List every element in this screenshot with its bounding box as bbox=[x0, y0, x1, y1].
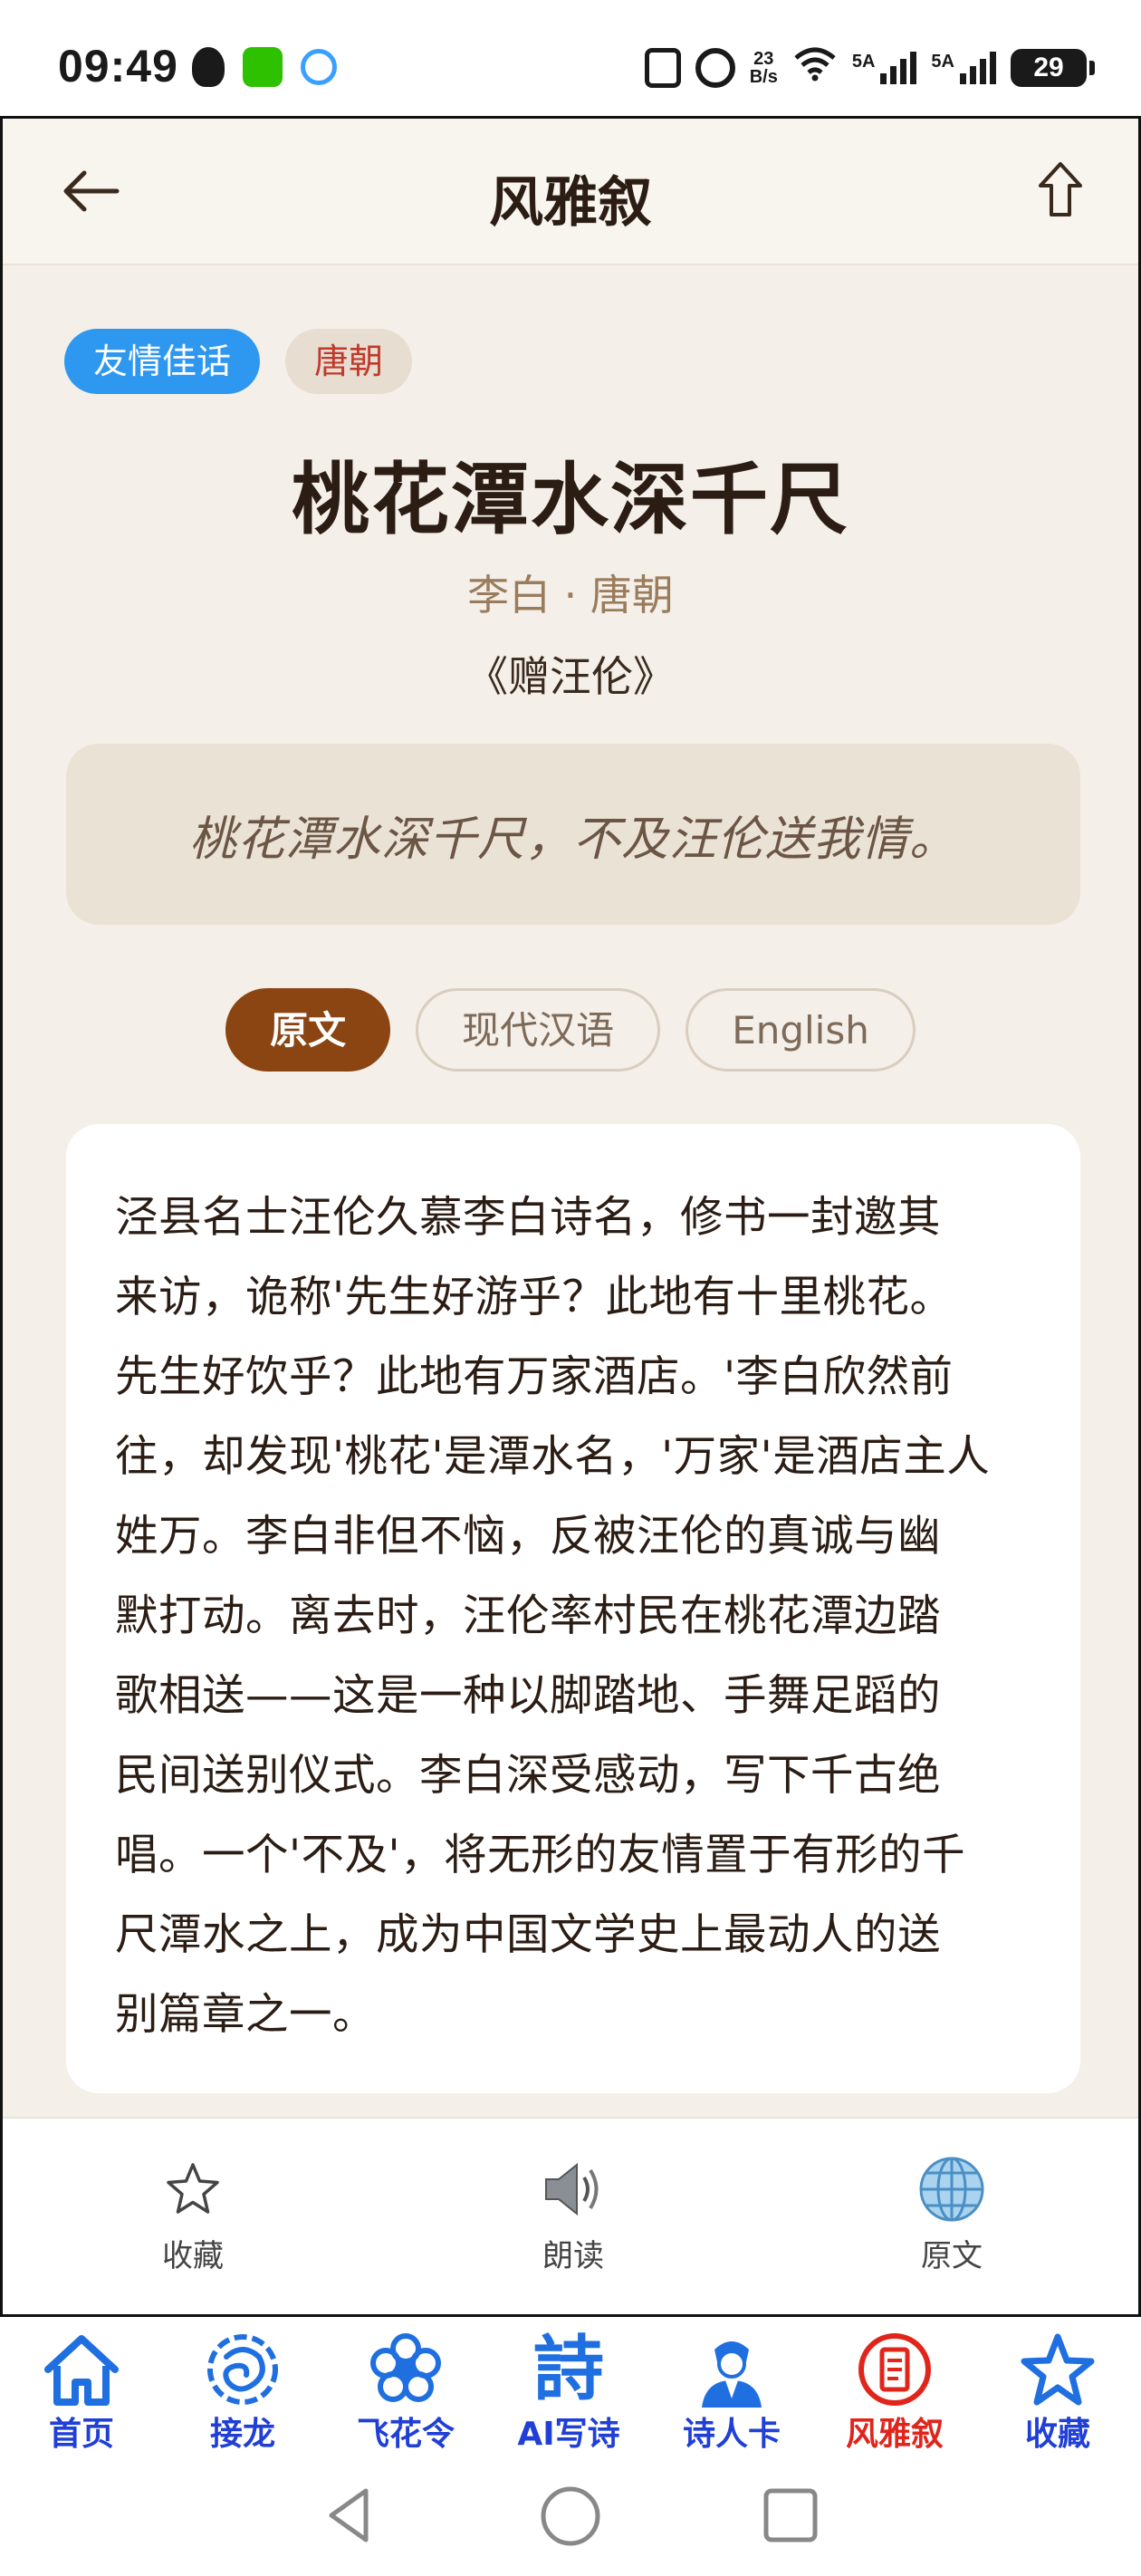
original-text-action[interactable]: 原文 bbox=[861, 2155, 1042, 2275]
story-line: 别篇章之一。 bbox=[115, 1990, 376, 2040]
status-bar: 09:49 23 B/s 5A 5A 29 bbox=[0, 0, 1141, 116]
globe-icon bbox=[861, 2155, 1042, 2224]
read-aloud-action[interactable]: 朗读 bbox=[483, 2155, 664, 2275]
nav-home[interactable]: 首页 bbox=[0, 2330, 163, 2455]
tab-modern-chinese[interactable]: 现代汉语 bbox=[416, 988, 661, 1072]
theme-tag[interactable]: 友情佳话 bbox=[64, 329, 261, 394]
wechat-icon bbox=[243, 47, 283, 87]
star-outline-icon bbox=[102, 2155, 283, 2224]
network-speed: 23 B/s bbox=[749, 49, 778, 87]
nav-chain[interactable]: 接龙 bbox=[161, 2330, 324, 2455]
tab-english[interactable]: English bbox=[686, 988, 916, 1072]
share-arrow-icon bbox=[1039, 162, 1082, 216]
system-navigation bbox=[0, 2453, 1141, 2576]
tab-original[interactable]: 原文 bbox=[225, 988, 391, 1072]
message-icon bbox=[301, 49, 337, 85]
home-icon bbox=[0, 2330, 163, 2409]
author-dynasty: 李白 · 唐朝 bbox=[467, 571, 674, 620]
speaker-icon bbox=[483, 2155, 664, 2224]
story-line: 姓万。李白非但不恼，反被汪伦的真诚与幽 bbox=[115, 1512, 941, 1562]
story-line: 来访，诡称'先生好游乎？此地有十里桃花。 bbox=[115, 1273, 954, 1322]
share-button[interactable] bbox=[1033, 159, 1088, 222]
header-title: 风雅叙 bbox=[489, 171, 652, 235]
nav-poet-card[interactable]: 诗人卡 bbox=[650, 2330, 813, 2455]
alarm-icon bbox=[695, 48, 735, 88]
system-back-button[interactable] bbox=[317, 2484, 380, 2551]
signal-2-icon: 5A bbox=[931, 52, 996, 84]
system-recents-button[interactable] bbox=[759, 2484, 822, 2551]
wifi-icon bbox=[792, 45, 838, 91]
quote-box: 桃花潭水深千尺，不及汪伦送我情。 bbox=[66, 744, 1080, 925]
star-icon bbox=[976, 2330, 1139, 2409]
status-time: 09:49 bbox=[58, 41, 178, 91]
qq-icon bbox=[192, 47, 225, 87]
circle-home-icon bbox=[541, 2486, 600, 2546]
tag-list: 友情佳话 唐朝 bbox=[64, 329, 413, 394]
work-title: 《赠汪伦》 bbox=[466, 652, 675, 701]
language-tabs: 原文 现代汉语 English bbox=[3, 988, 1138, 1072]
story-line: 往，却发现'桃花'是潭水名，'万家'是酒店主人 bbox=[115, 1432, 991, 1482]
nfc-icon bbox=[644, 48, 681, 88]
signal-1-icon: 5A bbox=[852, 52, 917, 84]
story-line: 唱。一个'不及'，将无形的友情置于有形的千 bbox=[115, 1831, 966, 1880]
status-indicators: 23 B/s 5A 5A 29 bbox=[644, 45, 1095, 91]
flower-icon bbox=[324, 2330, 487, 2409]
story-line: 泾县名士汪伦久慕李白诗名，修书一封邀其 bbox=[115, 1193, 941, 1243]
story-line: 民间送别仪式。李白深受感动，写下千古绝 bbox=[115, 1751, 941, 1801]
square-recents-icon bbox=[763, 2488, 818, 2542]
dynasty-tag[interactable]: 唐朝 bbox=[285, 329, 413, 394]
app-header: 风雅叙 bbox=[3, 119, 1138, 265]
poet-portrait-icon bbox=[650, 2330, 813, 2409]
poem-char-icon: 詩 bbox=[532, 2328, 604, 2410]
poem-title: 桃花潭水深千尺 bbox=[292, 455, 849, 545]
story-line: 先生好饮乎？此地有万家酒店。'李白欣然前 bbox=[115, 1352, 954, 1402]
triangle-back-icon bbox=[329, 2488, 369, 2542]
nav-fengyaxu[interactable]: 风雅叙 bbox=[813, 2330, 976, 2455]
bottom-navigation: 首页 接龙 飞花令 詩 AI写诗 诗人卡 风雅叙 收藏 bbox=[0, 2317, 1141, 2453]
story-line: 默打动。离去时，汪伦率村民在桃花潭边踏 bbox=[115, 1591, 941, 1641]
system-home-button[interactable] bbox=[538, 2484, 603, 2552]
story-detail-screen: 风雅叙 友情佳话 唐朝 桃花潭水深千尺 李白 · 唐朝 《赠汪伦》 桃花潭水深千… bbox=[0, 116, 1141, 2317]
scroll-badge-icon bbox=[813, 2330, 976, 2409]
dragon-icon bbox=[161, 2330, 324, 2409]
nav-favorites[interactable]: 收藏 bbox=[976, 2330, 1139, 2455]
story-line: 尺潭水之上，成为中国文学史上最动人的送 bbox=[115, 1910, 941, 1960]
story-content-card: 泾县名士汪伦久慕李白诗名，修书一封邀其 来访，诡称'先生好游乎？此地有十里桃花。… bbox=[66, 1124, 1080, 2093]
quote-text: 桃花潭水深千尺，不及汪伦送我情。 bbox=[188, 812, 957, 867]
favorite-action[interactable]: 收藏 bbox=[102, 2155, 283, 2275]
story-line: 歌相送——这是一种以脚踏地、手舞足蹈的 bbox=[115, 1671, 941, 1721]
notification-icons bbox=[192, 47, 337, 87]
action-bar: 收藏 朗读 原文 bbox=[3, 2117, 1138, 2314]
battery-indicator: 29 bbox=[1011, 49, 1095, 87]
nav-ai-poem[interactable]: 詩 AI写诗 bbox=[487, 2330, 650, 2455]
story-text: 泾县名士汪伦久慕李白诗名，修书一封邀其 来访，诡称'先生好游乎？此地有十里桃花。… bbox=[115, 1178, 1033, 2055]
nav-flying-flower[interactable]: 飞花令 bbox=[324, 2330, 487, 2455]
